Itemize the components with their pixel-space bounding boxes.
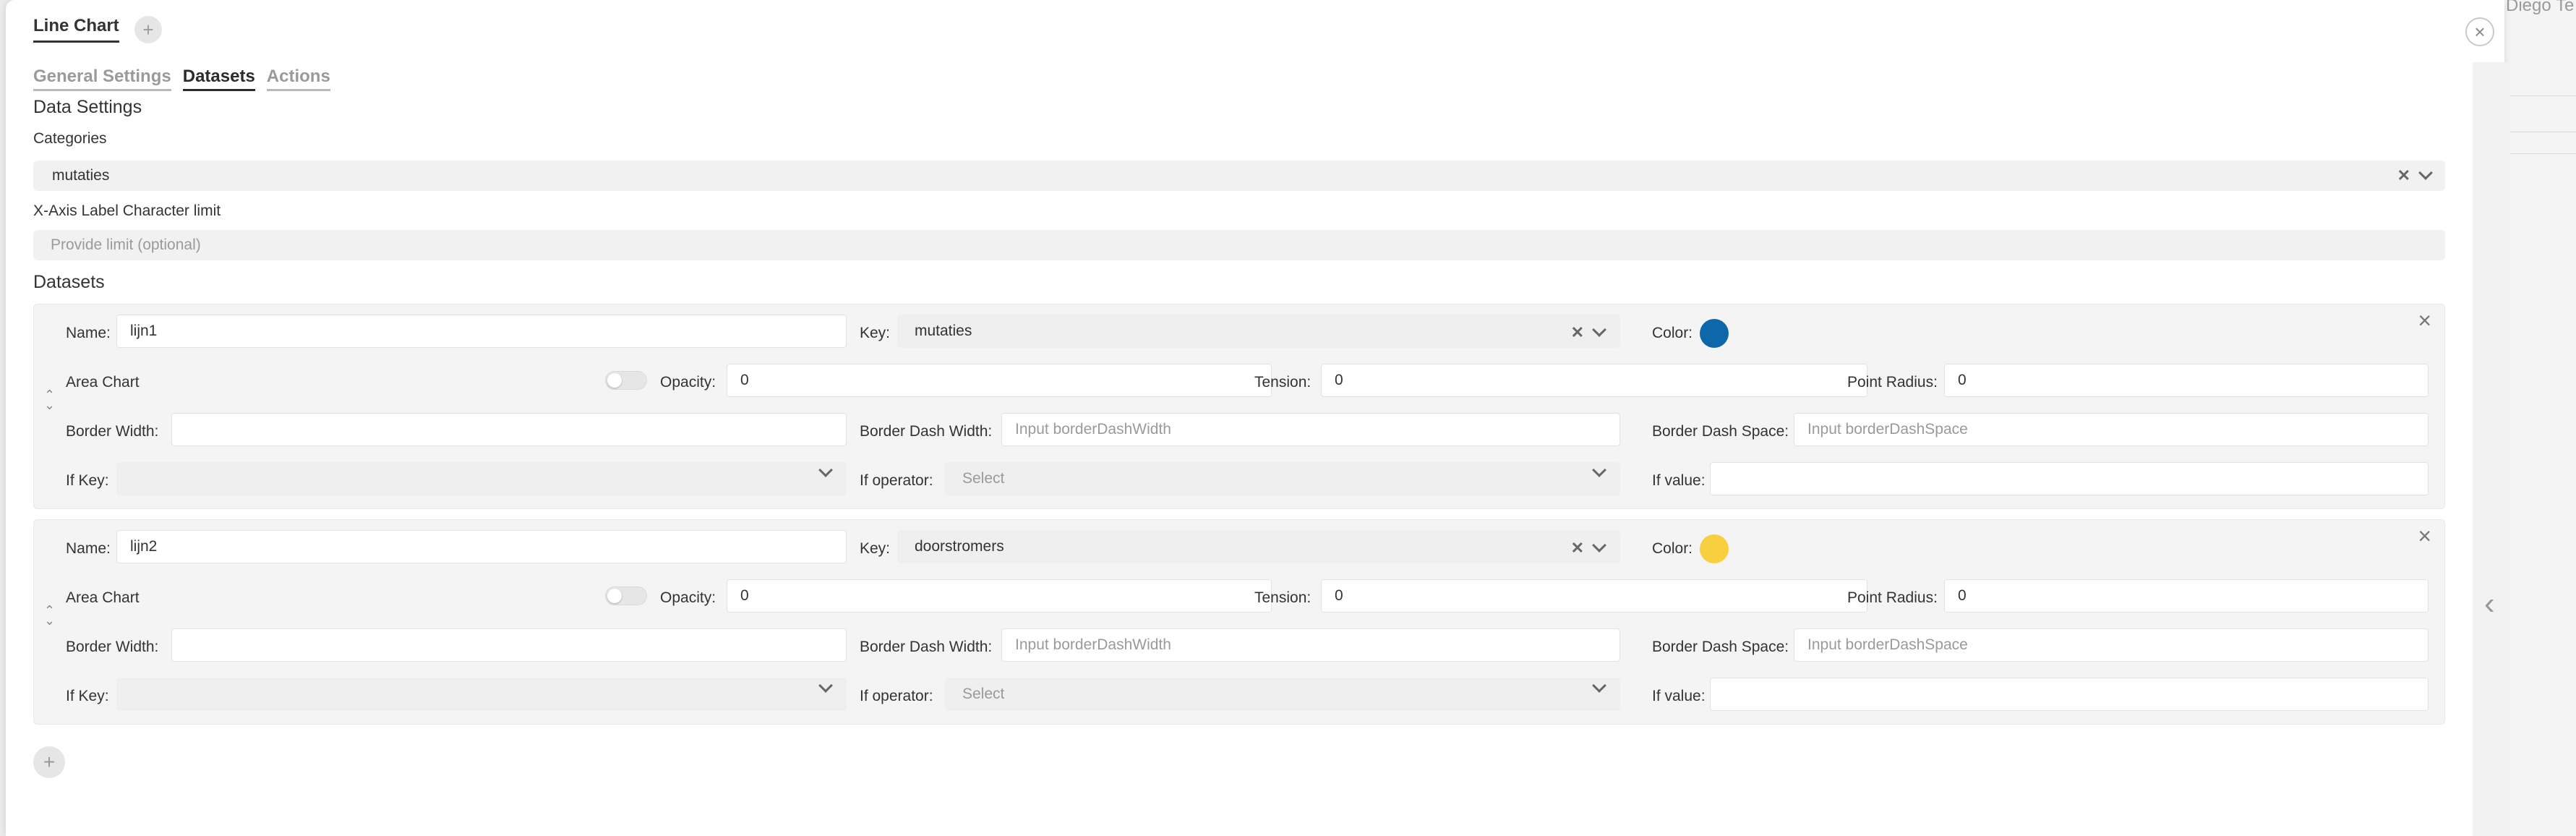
if-key-select[interactable] xyxy=(116,678,847,711)
if-operator-select[interactable]: Select xyxy=(945,678,1620,711)
chevron-down-icon[interactable] xyxy=(1592,323,1606,337)
border-dash-width-label: Border Dash Width: xyxy=(860,639,993,655)
border-dash-space-input[interactable]: Input borderDashSpace xyxy=(1794,413,2429,446)
datasets-heading: Datasets xyxy=(33,272,105,292)
if-operator-label: If operator: xyxy=(860,472,933,489)
border-dash-width-input[interactable]: Input borderDashWidth xyxy=(1001,628,1620,662)
color-picker-swatch[interactable] xyxy=(1700,534,1729,563)
dataset-key-value: doorstromers xyxy=(915,538,1004,555)
chevron-left-icon[interactable]: ‹ xyxy=(2484,586,2495,622)
key-label: Key: xyxy=(860,540,891,557)
if-key-select[interactable] xyxy=(116,462,847,495)
if-key-label: If Key: xyxy=(66,688,109,704)
categories-value: mutaties xyxy=(52,167,110,184)
dataset-key-value: mutaties xyxy=(915,323,972,339)
close-icon[interactable]: × xyxy=(2418,523,2431,550)
if-operator-select[interactable]: Select xyxy=(945,462,1620,495)
point-radius-input[interactable]: 0 xyxy=(1944,364,2429,397)
reorder-icon[interactable]: ⌃ ⌄ xyxy=(44,604,55,627)
border-dash-width-input[interactable]: Input borderDashWidth xyxy=(1001,413,1620,446)
dataset-key-select[interactable]: mutaties ✕ xyxy=(897,315,1620,348)
if-operator-value: Select xyxy=(962,470,1005,487)
close-modal-button[interactable]: × xyxy=(2465,17,2494,46)
tab-datasets[interactable]: Datasets xyxy=(182,67,255,91)
name-label: Name: xyxy=(66,540,111,557)
if-key-label: If Key: xyxy=(66,472,109,489)
add-tab-button[interactable]: + xyxy=(134,16,162,43)
name-label: Name: xyxy=(66,325,111,341)
tension-input[interactable]: 0 xyxy=(1321,364,1867,397)
add-dataset-button[interactable]: + xyxy=(33,746,65,778)
opacity-input[interactable]: 0 xyxy=(727,364,1272,397)
if-value-input[interactable] xyxy=(1710,462,2429,495)
reorder-icon[interactable]: ⌃ ⌄ xyxy=(44,388,55,411)
chevron-down-icon[interactable] xyxy=(818,678,833,693)
border-width-label: Border Width: xyxy=(66,639,159,655)
chevron-down-icon[interactable] xyxy=(818,463,833,477)
chevron-down-icon[interactable] xyxy=(1592,538,1606,553)
area-chart-label: Area Chart xyxy=(66,589,140,606)
chevron-down-icon[interactable] xyxy=(2418,166,2433,180)
point-radius-label: Point Radius: xyxy=(1847,374,1938,391)
data-settings-heading: Data Settings xyxy=(33,97,142,117)
point-radius-label: Point Radius: xyxy=(1847,589,1938,606)
clear-icon[interactable]: ✕ xyxy=(1571,539,1584,558)
background-right-panel: Diego Te xyxy=(2504,0,2576,836)
xaxis-limit-input[interactable]: Provide limit (optional) xyxy=(33,230,2445,260)
dataset-card: × ⌃ ⌄ Name: lijn1 Key: mutaties ✕ Color: … xyxy=(33,304,2445,509)
chart-settings-modal: Line Chart + × ‹ General Settings Datase… xyxy=(6,0,2510,836)
tension-label: Tension: xyxy=(1254,589,1311,606)
if-value-label: If value: xyxy=(1652,688,1706,704)
chevron-down-icon[interactable] xyxy=(1592,678,1606,693)
dataset-card: × ⌃ ⌄ Name: lijn2 Key: doorstromers ✕ Col… xyxy=(33,519,2445,725)
tension-input[interactable]: 0 xyxy=(1321,579,1867,613)
opacity-input[interactable]: 0 xyxy=(727,579,1272,613)
dataset-name-input[interactable]: lijn1 xyxy=(116,315,847,348)
border-dash-space-label: Border Dash Space: xyxy=(1652,423,1789,440)
clear-icon[interactable]: ✕ xyxy=(2397,166,2410,185)
border-width-label: Border Width: xyxy=(66,423,159,440)
clear-icon[interactable]: ✕ xyxy=(1571,323,1584,342)
background-divider xyxy=(2504,95,2576,96)
modal-title-tab[interactable]: Line Chart xyxy=(33,16,119,43)
categories-label: Categories xyxy=(33,130,107,147)
opacity-label: Opacity: xyxy=(660,589,716,606)
if-operator-label: If operator: xyxy=(860,688,933,704)
color-label: Color: xyxy=(1652,540,1693,557)
if-value-input[interactable] xyxy=(1710,678,2429,711)
border-width-input[interactable] xyxy=(171,628,847,662)
color-picker-swatch[interactable] xyxy=(1700,319,1729,348)
chevron-down-icon[interactable] xyxy=(1592,463,1606,477)
tension-label: Tension: xyxy=(1254,374,1311,391)
border-width-input[interactable] xyxy=(171,413,847,446)
border-dash-space-label: Border Dash Space: xyxy=(1652,639,1789,655)
border-dash-space-input[interactable]: Input borderDashSpace xyxy=(1794,628,2429,662)
settings-tabs: General Settings Datasets Actions xyxy=(33,67,330,91)
dataset-name-input[interactable]: lijn2 xyxy=(116,530,847,563)
categories-select[interactable]: mutaties ✕ xyxy=(33,161,2445,191)
side-panel-strip xyxy=(2473,62,2510,836)
close-icon[interactable]: × xyxy=(2418,307,2431,334)
if-operator-value: Select xyxy=(962,686,1005,702)
background-user-name: Diego Te xyxy=(2506,0,2575,15)
xaxis-limit-label: X-Axis Label Character limit xyxy=(33,202,221,219)
area-chart-label: Area Chart xyxy=(66,374,140,391)
background-divider xyxy=(2504,153,2576,154)
if-value-label: If value: xyxy=(1652,472,1706,489)
dataset-key-select[interactable]: doorstromers ✕ xyxy=(897,530,1620,563)
tab-general-settings[interactable]: General Settings xyxy=(33,67,171,91)
key-label: Key: xyxy=(860,325,891,341)
opacity-label: Opacity: xyxy=(660,374,716,391)
color-label: Color: xyxy=(1652,325,1693,341)
tab-actions[interactable]: Actions xyxy=(266,67,330,91)
border-dash-width-label: Border Dash Width: xyxy=(860,423,993,440)
area-chart-toggle[interactable] xyxy=(605,371,647,390)
point-radius-input[interactable]: 0 xyxy=(1944,579,2429,613)
area-chart-toggle[interactable] xyxy=(605,587,647,605)
